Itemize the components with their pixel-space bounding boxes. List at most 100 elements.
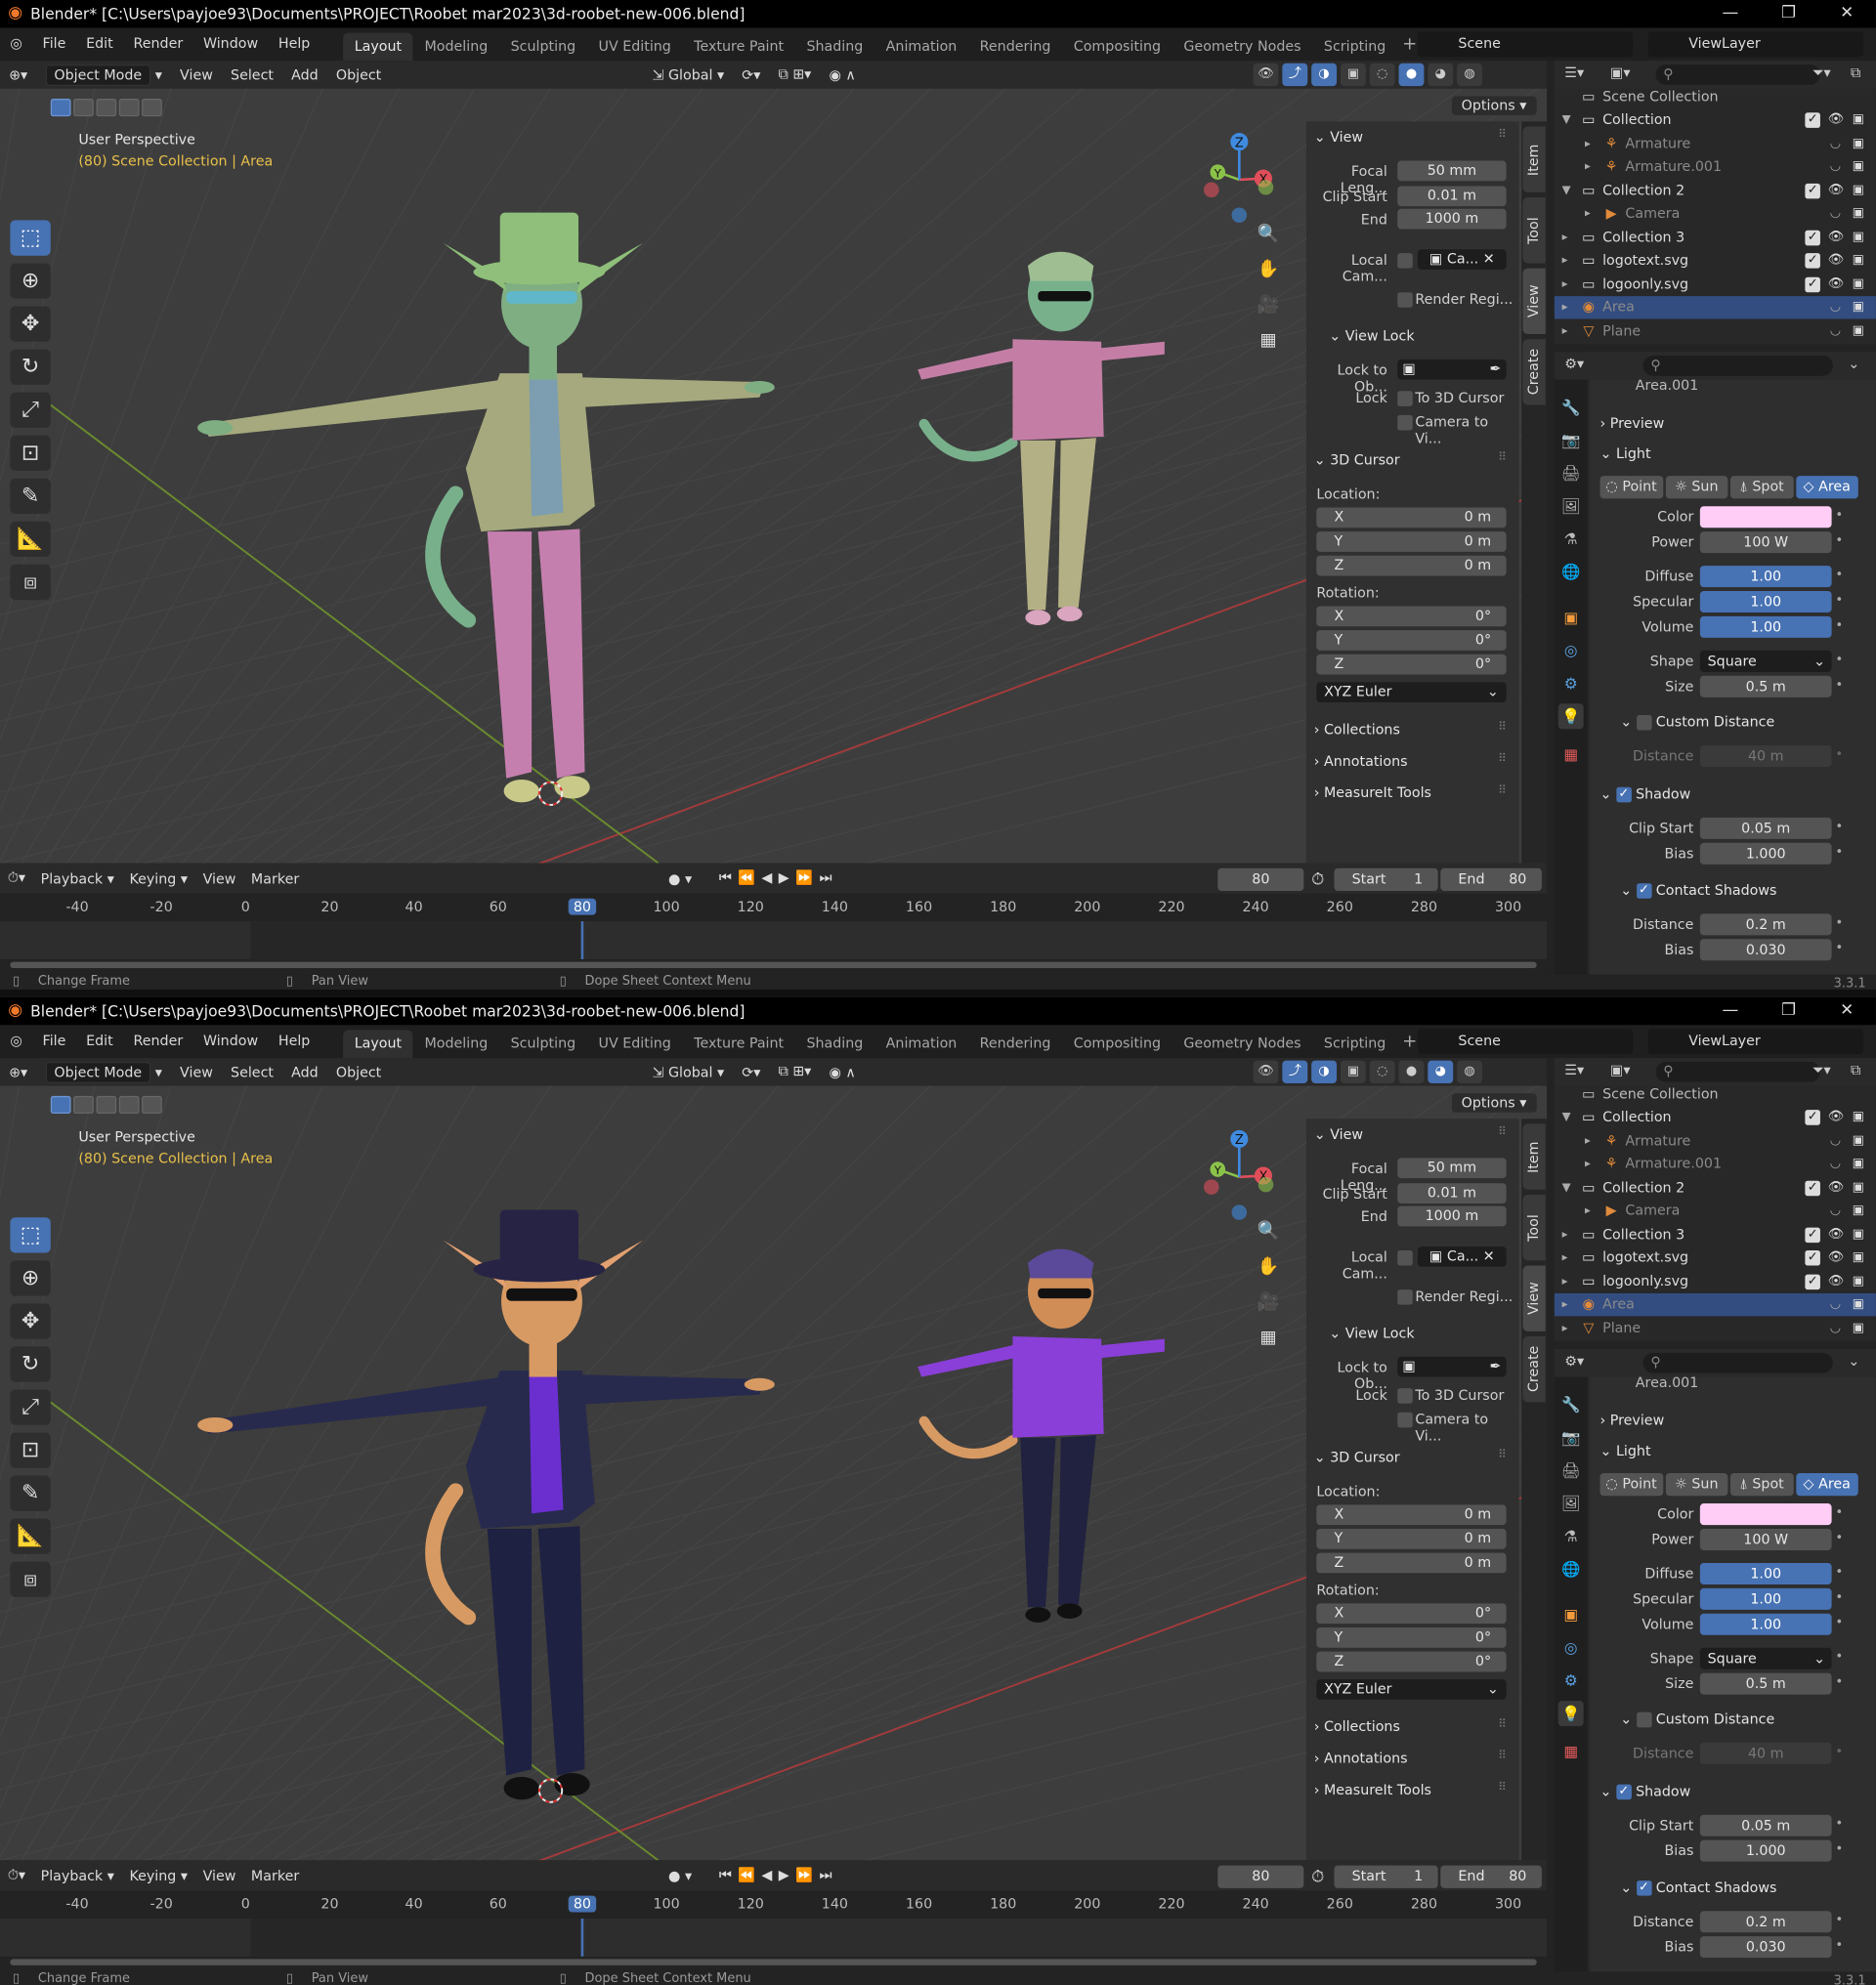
display-mode-icon[interactable]: ▣▾ [1610, 64, 1631, 81]
rotate-tool-icon[interactable]: ↻ [10, 349, 51, 385]
cursor-tool-icon[interactable]: ⊕ [10, 1260, 51, 1296]
specular-slider[interactable]: 1.00 [1699, 590, 1832, 613]
render-camera-icon[interactable]: ▣ [1851, 1250, 1866, 1266]
timeline-editor-type-icon[interactable]: ⏱▾ [0, 1867, 33, 1884]
render-camera-icon[interactable]: ▣ [1851, 300, 1866, 316]
playback-controls[interactable]: ⏮⏪◀▶⏩⏭ [719, 869, 838, 887]
preview-header[interactable]: › Preview [1600, 1413, 1665, 1429]
keyframe-dot-icon[interactable]: • [1835, 1817, 1843, 1831]
keyframe-dot-icon[interactable]: • [1835, 509, 1843, 523]
filter-icon[interactable]: ⏷▾ [1812, 1062, 1831, 1079]
diffuse-slider[interactable]: 1.00 [1699, 1562, 1832, 1584]
expand-arrow-icon[interactable]: ▸ [1562, 273, 1568, 295]
volume-slider[interactable]: 1.00 [1699, 615, 1832, 638]
hide-eye-icon[interactable]: ◡ [1828, 323, 1844, 339]
render-properties-icon[interactable]: 📷 [1558, 428, 1584, 453]
options-dropdown[interactable]: Options ▾ [1451, 1093, 1537, 1113]
keyframe-dot-icon[interactable]: • [1835, 1590, 1843, 1604]
clip-end-field[interactable]: 1000 m [1397, 208, 1507, 230]
outliner-item-logoonly-svg[interactable]: ▸ ▭ logoonly.svg ✓ 👁 ▣ [1555, 273, 1876, 295]
constraint-properties-icon[interactable]: ⚙ [1558, 1668, 1584, 1693]
close-icon[interactable]: ✕ [1817, 997, 1876, 1026]
preview-header[interactable]: › Preview [1600, 415, 1665, 432]
clip-end-field[interactable]: 1000 m [1397, 1205, 1507, 1227]
tab-sculpting[interactable]: Sculpting [499, 33, 587, 62]
lock-cursor-checkbox[interactable] [1397, 391, 1413, 406]
move-tool-icon[interactable]: ✥ [10, 306, 51, 342]
specular-slider[interactable]: 1.00 [1699, 1587, 1832, 1610]
material-shading-icon[interactable]: ◕ [1428, 1060, 1454, 1083]
light-type-sun[interactable]: ☼ Sun [1665, 1472, 1728, 1497]
render-camera-icon[interactable]: ▣ [1851, 1110, 1866, 1125]
outliner-item-armature[interactable]: ▸ ⚘ Armature ◡ ▣ [1555, 1129, 1876, 1152]
shape-dropdown[interactable]: Square ⌄ [1699, 650, 1832, 672]
rotation-y-field[interactable]: Y 0° [1316, 630, 1507, 651]
contact-bias-field[interactable]: 0.030 [1699, 1936, 1832, 1959]
tab-modeling[interactable]: Modeling [413, 33, 499, 62]
lock-to-object-field[interactable]: ▣ ✒ [1397, 1356, 1507, 1377]
scene-properties-icon[interactable]: ⚗ [1558, 527, 1584, 552]
timeline-editor-type-icon[interactable]: ⏱▾ [0, 869, 33, 887]
eye-icon[interactable]: 👁 [1828, 1180, 1844, 1196]
tab-create[interactable]: Create [1522, 339, 1546, 405]
render-camera-icon[interactable]: ▣ [1851, 206, 1866, 222]
tab-uv-editing[interactable]: UV Editing [587, 1031, 683, 1059]
outliner-item-plane[interactable]: ▸ ▽ Plane ◡ ▣ [1555, 1317, 1876, 1339]
exclude-checkbox-icon[interactable]: ✓ [1805, 1273, 1820, 1289]
menu-view[interactable]: View [171, 66, 222, 83]
expand-arrow-icon[interactable]: ▸ [1585, 155, 1591, 178]
exclude-checkbox-icon[interactable]: ✓ [1805, 253, 1820, 269]
tab-rendering[interactable]: Rendering [968, 1031, 1062, 1059]
scene-selector[interactable]: Scene [1417, 1029, 1634, 1055]
hide-eye-icon[interactable]: ◡ [1828, 1133, 1844, 1149]
current-frame-field[interactable]: 80 [1217, 867, 1304, 892]
local-camera-field[interactable]: ▣ Ca... ✕ [1417, 249, 1507, 270]
tab-view[interactable]: View [1522, 268, 1546, 335]
render-region-checkbox[interactable] [1397, 292, 1413, 308]
grid-view-icon[interactable]: ▦ [1254, 1324, 1284, 1352]
outliner-item-camera[interactable]: ▸ ▶ Camera ◡ ▣ [1555, 202, 1876, 225]
editor-type-icon[interactable]: ⊕▾ [0, 66, 36, 83]
render-camera-icon[interactable]: ▣ [1851, 1297, 1866, 1313]
light-type-sun[interactable]: ☼ Sun [1665, 476, 1728, 499]
custom-distance-header[interactable]: ⌄ Custom Distance [1620, 714, 1774, 731]
playback-menu[interactable]: Playback ▾ [33, 870, 122, 887]
rotation-mode-dropdown[interactable]: XYZ Euler ⌄ [1316, 682, 1507, 703]
expand-arrow-icon[interactable]: ▸ [1562, 1270, 1568, 1292]
eye-icon[interactable]: 👁 [1828, 1227, 1844, 1243]
light-data-icon[interactable]: 💡 [1557, 1701, 1584, 1727]
drag-grip-icon[interactable]: ⠿ [1498, 1718, 1507, 1731]
solid-shading-icon[interactable]: ● [1398, 63, 1425, 87]
outliner-item-logotext-svg[interactable]: ▸ ▭ logotext.svg ✓ 👁 ▣ [1555, 249, 1876, 272]
playhead[interactable] [580, 921, 584, 959]
tab-view[interactable]: View [1522, 1265, 1546, 1331]
maximize-icon[interactable]: ❐ [1760, 997, 1818, 1026]
tab-sculpting[interactable]: Sculpting [499, 1031, 587, 1059]
render-camera-icon[interactable]: ▣ [1851, 276, 1866, 292]
tab-modeling[interactable]: Modeling [413, 1031, 499, 1059]
eye-icon[interactable]: 👁 [1828, 112, 1844, 128]
expand-arrow-icon[interactable]: ▸ [1562, 319, 1568, 342]
outliner-item-logotext-svg[interactable]: ▸ ▭ logotext.svg ✓ 👁 ▣ [1555, 1246, 1876, 1269]
exclude-checkbox-icon[interactable]: ✓ [1805, 1249, 1820, 1266]
volume-slider[interactable]: 1.00 [1699, 1613, 1832, 1635]
rotation-x-field[interactable]: X 0° [1316, 606, 1507, 627]
outliner-item-collection-3[interactable]: ▸ ▭ Collection 3 ✓ 👁 ▣ [1555, 1223, 1876, 1246]
outliner-search-input[interactable]: ⚲ [1655, 1061, 1820, 1082]
navigation-gizmo[interactable]: Z X Y [1195, 1126, 1289, 1220]
overlay-toggle-icon[interactable]: ◑ [1311, 63, 1338, 87]
render-camera-icon[interactable]: ▣ [1851, 136, 1866, 151]
texture-properties-icon[interactable]: ▦ [1558, 741, 1584, 767]
annotations-header[interactable]: › Annotations [1314, 753, 1408, 770]
navigation-gizmo[interactable]: Z X Y [1195, 129, 1289, 224]
hide-eye-icon[interactable]: ◡ [1828, 1204, 1844, 1219]
select-box-icon[interactable]: ⬚ [10, 220, 51, 256]
3d-cursor-header[interactable]: ⌄ 3D Cursor [1314, 1449, 1400, 1465]
shadow-checkbox[interactable]: ✓ [1615, 1784, 1632, 1800]
hide-eye-icon[interactable]: ◡ [1828, 1297, 1844, 1313]
outliner-item-armature-001[interactable]: ▸ ⚘ Armature.001 ◡ ▣ [1555, 1153, 1876, 1175]
shadow-clip-start-field[interactable]: 0.05 m [1699, 817, 1832, 839]
blender-menu-icon[interactable]: ◎ [0, 28, 32, 62]
outliner-scene-collection[interactable]: ▭ Scene Collection [1555, 1083, 1876, 1106]
tab-scripting[interactable]: Scripting [1312, 33, 1397, 62]
